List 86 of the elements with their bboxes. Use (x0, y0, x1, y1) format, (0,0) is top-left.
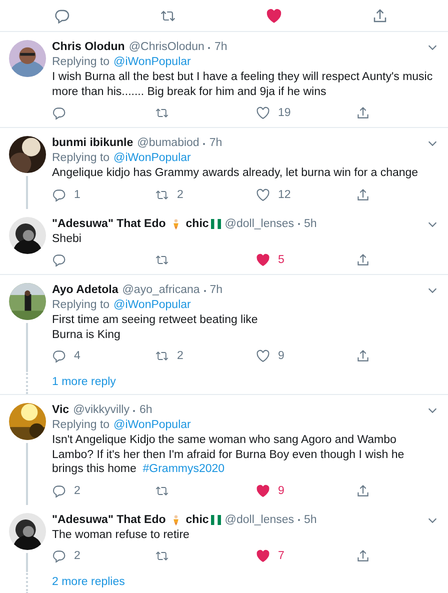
reply-icon[interactable] (52, 484, 66, 498)
user-handle[interactable]: @doll_lenses (224, 512, 294, 528)
user-name[interactable]: chic (186, 216, 209, 232)
figure-icon (172, 514, 180, 526)
timestamp[interactable]: 5h (304, 216, 317, 232)
tweet-text: Angelique kidjo has Grammy awards already, let burna win for a change (52, 166, 420, 180)
heart-icon[interactable] (256, 106, 270, 120)
retweet-icon[interactable] (155, 349, 169, 363)
user-handle[interactable]: @ayo_africana (122, 283, 200, 298)
reply-count: 2 (74, 484, 80, 496)
mention-link[interactable]: @iWonPopular (114, 418, 191, 433)
tweet-text: Shebi (52, 232, 82, 246)
hashtag-link[interactable]: #Grammys2020 (142, 463, 225, 475)
replying-label: Replying to (52, 298, 110, 313)
like-count: 19 (278, 107, 291, 119)
heart-icon[interactable] (266, 8, 282, 24)
reply-icon[interactable] (52, 188, 66, 202)
dot-separator-icon (204, 290, 206, 292)
flag-icon (210, 219, 221, 229)
like-count: 7 (278, 550, 284, 562)
user-name[interactable]: "Adesuwa" That Edo (52, 512, 166, 528)
replying-label: Replying to (52, 55, 110, 70)
user-handle[interactable]: @ChrisOlodun (128, 40, 204, 55)
more-replies-link[interactable]: 1 more reply (52, 376, 116, 388)
heart-icon[interactable] (256, 188, 270, 202)
timestamp[interactable]: 7h (210, 283, 223, 298)
reply-count: 2 (74, 550, 80, 562)
user-handle[interactable]: @vikkyvilly (73, 403, 130, 418)
mention-link[interactable]: @iWonPopular (114, 298, 191, 313)
tweet-text: The woman refuse to retire (52, 528, 190, 542)
retweet-icon[interactable] (155, 549, 169, 563)
user-name[interactable]: bunmi ibikunle (52, 136, 134, 151)
heart-icon[interactable] (256, 253, 270, 267)
dot-separator-icon (203, 142, 206, 144)
mention-link[interactable]: @iWonPopular (114, 151, 191, 166)
replying-label: Replying to (52, 418, 110, 433)
timestamp[interactable]: 5h (304, 512, 317, 528)
user-handle[interactable]: @bumabiod (137, 136, 200, 151)
user-name[interactable]: Chris Olodun (52, 40, 125, 55)
share-icon[interactable] (356, 253, 370, 267)
retweet-count: 2 (177, 188, 184, 200)
timestamp[interactable]: 7h (209, 136, 222, 151)
retweet-icon[interactable] (155, 484, 169, 498)
share-icon[interactable] (356, 349, 370, 363)
reply-icon[interactable] (52, 106, 66, 120)
retweet-count: 2 (177, 350, 184, 362)
tweet-text: First time am seeing retweet beating like Burna is King (52, 313, 259, 342)
user-name[interactable]: Ayo Adetola (52, 283, 118, 298)
tweet-text: I wish Burna all the best but I have a feeling they will respect Aunty's music more than his....... Big break for him and 9ja if he wins (52, 70, 434, 99)
retweet-icon[interactable] (155, 253, 169, 267)
mention-link[interactable]: @iWonPopular (114, 55, 191, 70)
reply-count: 4 (74, 350, 80, 362)
share-icon[interactable] (356, 106, 370, 120)
dot-separator-icon (208, 46, 210, 48)
reply-icon[interactable] (52, 253, 66, 267)
share-icon[interactable] (356, 549, 370, 563)
reply-count: 1 (74, 188, 80, 200)
tweet-text: Isn't Angelique Kidjo the same woman who sang Agoro and Wambo Lambo? If it's her then I'm afraid for Burna Boy even though I wish he brings this home #Grammys2020 (52, 433, 406, 476)
more-replies-link[interactable]: 2 more replies (52, 576, 125, 588)
heart-icon[interactable] (256, 349, 270, 363)
dot-separator-icon (298, 223, 300, 225)
user-handle[interactable]: @doll_lenses (224, 216, 294, 232)
retweet-icon[interactable] (155, 106, 169, 120)
heart-icon[interactable] (256, 549, 270, 563)
share-icon[interactable] (356, 188, 370, 202)
like-count: 9 (278, 484, 284, 496)
replying-label: Replying to (52, 151, 110, 166)
retweet-icon[interactable] (155, 188, 169, 202)
share-icon[interactable] (356, 484, 370, 498)
figure-icon (172, 218, 180, 230)
like-count: 12 (278, 188, 291, 200)
reply-icon[interactable] (54, 8, 70, 24)
user-name[interactable]: "Adesuwa" That Edo (52, 216, 166, 232)
dot-separator-icon (298, 519, 300, 521)
timestamp[interactable]: 7h (214, 40, 228, 55)
flag-icon (210, 515, 221, 525)
like-count: 5 (278, 254, 284, 266)
share-icon[interactable] (372, 8, 388, 24)
reply-icon[interactable] (52, 349, 66, 363)
user-name[interactable]: chic (186, 512, 209, 528)
user-name[interactable]: Vic (52, 403, 70, 418)
reply-icon[interactable] (52, 549, 66, 563)
dot-separator-icon (133, 410, 136, 412)
heart-icon[interactable] (256, 484, 270, 498)
timestamp[interactable]: 6h (139, 403, 152, 418)
like-count: 9 (278, 350, 284, 362)
